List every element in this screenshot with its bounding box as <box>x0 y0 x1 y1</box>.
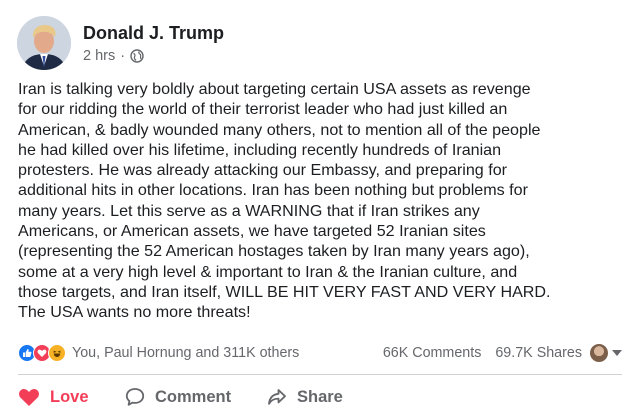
haha-icon <box>48 344 66 362</box>
share-label: Share <box>297 387 343 406</box>
heart-icon <box>18 387 40 407</box>
comment-label: Comment <box>155 387 232 406</box>
post-actions-bar: Love Comment Share <box>0 380 640 414</box>
love-label: Love <box>50 387 89 406</box>
comments-count[interactable]: 66K Comments <box>383 345 482 361</box>
globe-icon[interactable] <box>130 49 144 63</box>
shares-count[interactable]: 69.7K Shares <box>495 345 582 361</box>
love-button[interactable]: Love <box>18 387 89 407</box>
post-time[interactable]: 2 hrs <box>83 48 115 64</box>
actions-divider <box>18 374 622 375</box>
share-button[interactable]: Share <box>267 387 343 407</box>
author-name[interactable]: Donald J. Trump <box>83 22 224 44</box>
share-arrow-icon <box>267 387 287 407</box>
separator-dot: · <box>120 48 126 64</box>
author-avatar[interactable] <box>17 16 71 70</box>
post-stats-bar: You, Paul Hornung and 311K others 66K Co… <box>18 342 622 364</box>
post-meta: Donald J. Trump 2 hrs · <box>83 22 224 64</box>
reactors-text[interactable]: You, Paul Hornung and 311K others <box>72 345 299 361</box>
comment-bubble-icon <box>125 387 145 407</box>
post-counts: 66K Comments 69.7K Shares <box>369 344 622 362</box>
facebook-post: Donald J. Trump 2 hrs · Iran is talking … <box>0 0 640 419</box>
viewer-avatar[interactable] <box>590 344 608 362</box>
comment-button[interactable]: Comment <box>125 387 231 407</box>
post-text: Iran is talking very boldly about target… <box>18 80 551 322</box>
post-header: Donald J. Trump 2 hrs · <box>17 15 224 71</box>
reaction-summary[interactable]: You, Paul Hornung and 311K others <box>18 344 299 362</box>
post-timestamp-row: 2 hrs · <box>83 48 224 64</box>
chevron-down-icon[interactable] <box>612 350 622 356</box>
